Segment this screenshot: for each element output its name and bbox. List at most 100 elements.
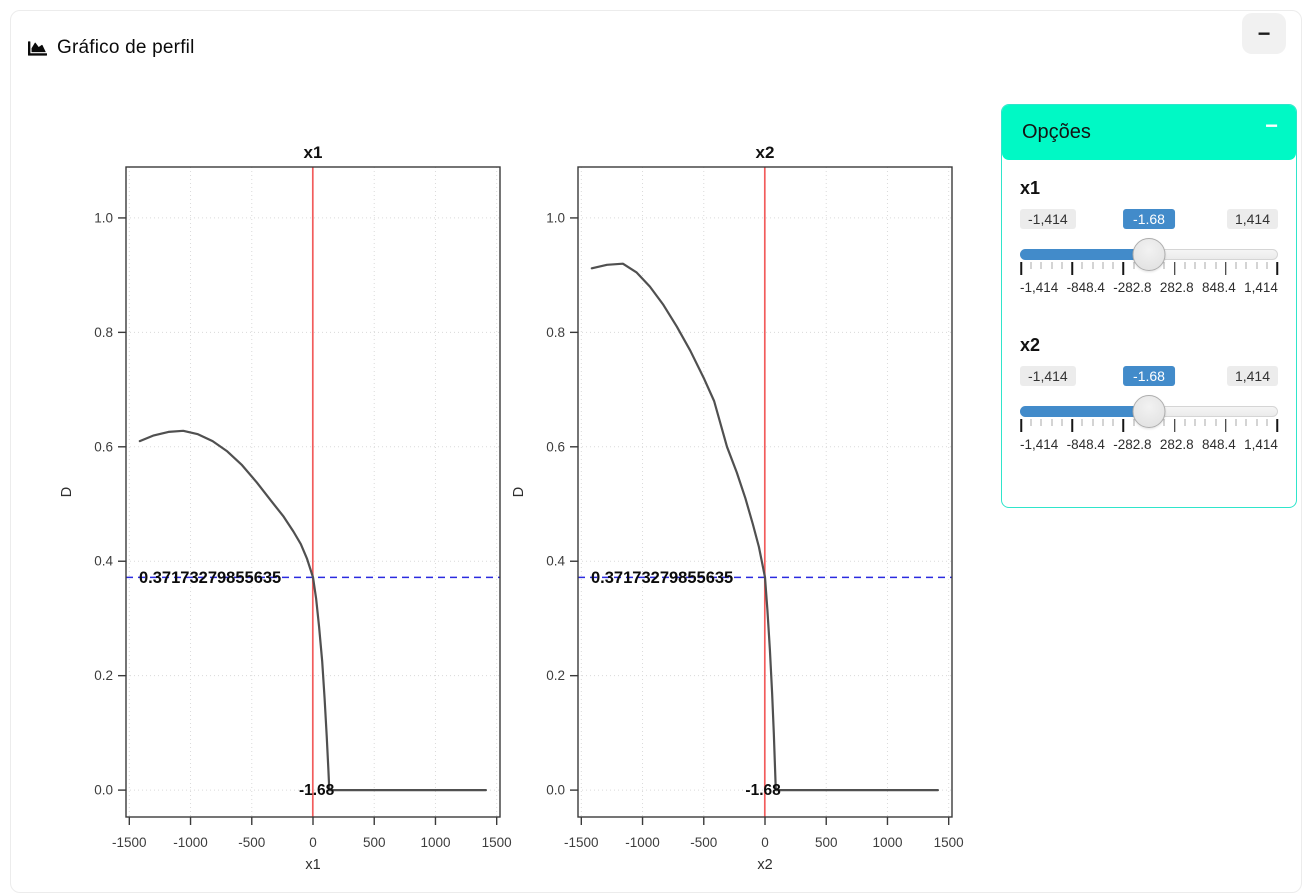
slider-major-tick	[1071, 419, 1073, 432]
slider-grid-label: 282.8	[1160, 280, 1194, 295]
slider-grid-label: -1,414	[1020, 437, 1058, 452]
slider-x2-label: x2	[1020, 335, 1278, 356]
slider-minor-tick	[1102, 419, 1103, 426]
slider-minor-tick	[1164, 262, 1165, 269]
slider-x1-handle[interactable]	[1133, 238, 1166, 271]
slider-x2-handle[interactable]	[1133, 395, 1166, 428]
slider-minor-tick	[1102, 262, 1103, 269]
slider-grid-label: 1,414	[1244, 280, 1278, 295]
slider-minor-tick	[1195, 419, 1196, 426]
slider-minor-tick	[1082, 419, 1083, 426]
slider-minor-tick	[1061, 262, 1062, 269]
slider-grid-label: 1,414	[1244, 437, 1278, 452]
options-collapse-button[interactable]: −	[1265, 115, 1278, 137]
y-tick-label: 0.6	[546, 439, 565, 454]
vline-value-annotation: -1.68	[299, 782, 335, 799]
slider-x1-grid-labels: -1,414-848.4-282.8282.8848.41,414	[1020, 280, 1278, 295]
x-tick-label: 500	[815, 835, 838, 850]
x-tick-label: -1000	[173, 835, 208, 850]
profile-card: Gráfico de perfil − -1500 -1000 -500 0 500 10…	[10, 10, 1302, 893]
slider-grid-label: -282.8	[1113, 437, 1151, 452]
slider-grid-label: 848.4	[1202, 437, 1236, 452]
options-panel-header: Opções −	[1002, 105, 1296, 160]
slider-major-tick	[1071, 262, 1073, 275]
slider-minor-tick	[1246, 262, 1247, 269]
slider-x2-value-badge: -1.68	[1123, 366, 1175, 386]
vline-value-annotation: -1.68	[745, 782, 781, 799]
y-tick-label: 0.0	[546, 783, 565, 798]
y-axis-label: D	[511, 487, 527, 497]
slider-minor-tick	[1092, 262, 1093, 269]
slider-grid-label: 848.4	[1202, 280, 1236, 295]
slider-minor-tick	[1031, 419, 1032, 426]
slider-x2-max-badge: 1,414	[1227, 366, 1278, 386]
slider-x2-grid-labels: -1,414-848.4-282.8282.8848.41,414	[1020, 437, 1278, 452]
options-panel-title: Opções	[1022, 121, 1091, 144]
y-tick-label: 0.8	[94, 325, 113, 340]
slider-minor-tick	[1031, 262, 1032, 269]
y-tick-label: 0.0	[94, 783, 113, 798]
slider-major-tick	[1276, 419, 1278, 432]
x-axis-label: x1	[305, 857, 320, 873]
plot-title: x2	[756, 143, 775, 162]
y-tick-label: 0.2	[94, 668, 113, 683]
hline-value-annotation: 0.37173279855635	[139, 569, 281, 587]
slider-group-x2: x2 -1,414 1,414 -1.68 -1,414-848.4-282.8…	[1020, 335, 1278, 462]
slider-minor-tick	[1256, 419, 1257, 426]
page-title: Gráfico de perfil	[57, 37, 195, 59]
slider-minor-tick	[1061, 419, 1062, 426]
options-panel-body: x1 -1,414 1,414 -1.68 -1,414-848.4-282.8…	[1002, 160, 1296, 462]
slider-minor-tick	[1041, 262, 1042, 269]
y-tick-label: 0.4	[546, 554, 565, 569]
slider-grid-label: 282.8	[1160, 437, 1194, 452]
slider-minor-tick	[1051, 262, 1052, 269]
y-tick-label: 1.0	[94, 210, 113, 225]
x-tick-label: -1500	[564, 835, 599, 850]
options-panel: Opções − x1 -1,414 1,414 -1.68 -1,414-84…	[1001, 104, 1297, 508]
slider-x1: -1,414 1,414 -1.68 -1,414-848.4-282.8282…	[1020, 209, 1278, 305]
slider-x1-value-badge: -1.68	[1123, 209, 1175, 229]
slider-minor-tick	[1205, 262, 1206, 269]
slider-minor-tick	[1266, 419, 1267, 426]
slider-x2-filled-bar[interactable]	[1020, 406, 1149, 417]
y-tick-label: 0.6	[94, 439, 113, 454]
x-tick-label: -500	[690, 835, 717, 850]
profile-plot-x2: -1500-1000-5000500100015000.00.20.40.60.…	[503, 141, 973, 886]
slider-major-tick	[1225, 262, 1227, 275]
slider-minor-tick	[1041, 419, 1042, 426]
slider-minor-tick	[1051, 419, 1052, 426]
profile-plot-x1: -1500-1000-5000500100015000.00.20.40.60.…	[51, 141, 521, 886]
slider-minor-tick	[1092, 419, 1093, 426]
slider-major-tick	[1174, 419, 1176, 432]
slider-minor-tick	[1246, 419, 1247, 426]
slider-minor-tick	[1205, 419, 1206, 426]
card-header: Gráfico de perfil −	[11, 11, 1301, 69]
slider-x1-filled-bar[interactable]	[1020, 249, 1149, 260]
slider-major-tick	[1020, 419, 1022, 432]
slider-minor-tick	[1164, 419, 1165, 426]
slider-major-tick	[1225, 419, 1227, 432]
card-collapse-button[interactable]: −	[1242, 13, 1286, 54]
slider-minor-tick	[1256, 262, 1257, 269]
hline-value-annotation: 0.37173279855635	[591, 569, 733, 587]
slider-minor-tick	[1082, 262, 1083, 269]
x-tick-label: 0	[761, 835, 769, 850]
slider-minor-tick	[1195, 262, 1196, 269]
slider-x2: -1,414 1,414 -1.68 -1,414-848.4-282.8282…	[1020, 366, 1278, 462]
plot-title: x1	[304, 143, 323, 162]
slider-minor-tick	[1266, 262, 1267, 269]
x-tick-label: 1000	[420, 835, 450, 850]
chart-area-icon	[27, 39, 48, 58]
slider-x2-min-badge: -1,414	[1020, 366, 1076, 386]
slider-grid-label: -282.8	[1113, 280, 1151, 295]
x-tick-label: 1500	[934, 835, 964, 850]
slider-minor-tick	[1184, 419, 1185, 426]
slider-major-tick	[1123, 419, 1125, 432]
slider-minor-tick	[1236, 419, 1237, 426]
slider-grid-label: -1,414	[1020, 280, 1058, 295]
x-tick-label: 500	[363, 835, 386, 850]
slider-major-tick	[1276, 262, 1278, 275]
y-axis-label: D	[59, 487, 75, 497]
slider-minor-tick	[1215, 262, 1216, 269]
slider-minor-tick	[1236, 262, 1237, 269]
